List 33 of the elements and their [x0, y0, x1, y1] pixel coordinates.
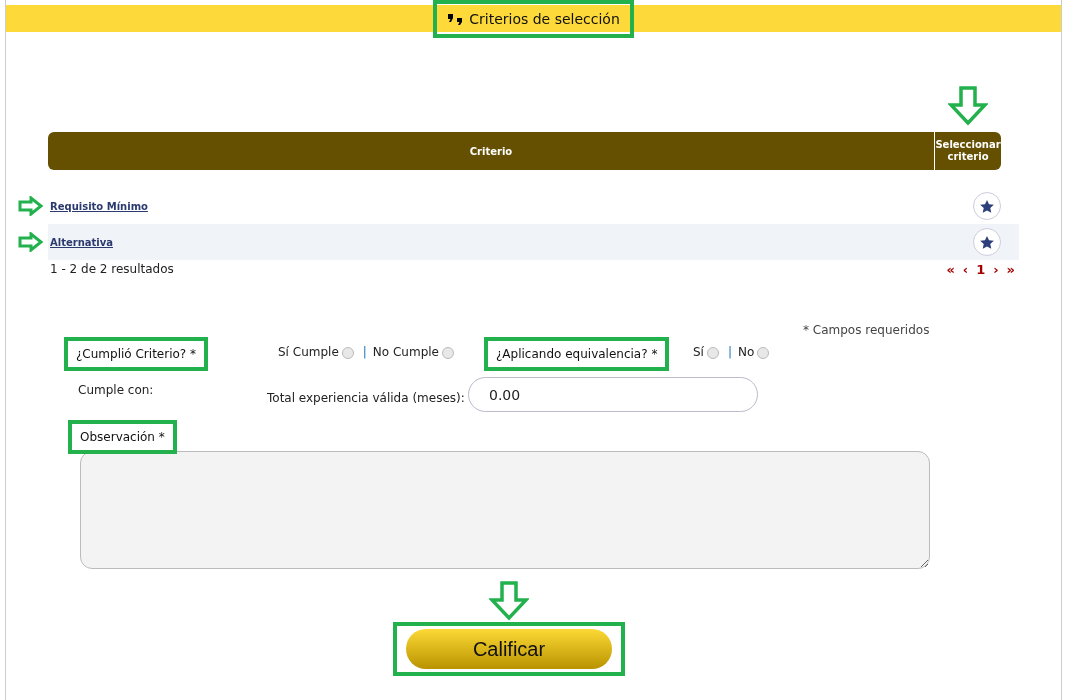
field-label: ¿Cumplió Criterio? * [76, 347, 196, 361]
field-label: Observación * [80, 430, 165, 444]
radio-label: Sí Cumple [278, 344, 339, 359]
radio-label: Sí [693, 344, 704, 359]
criterion-link[interactable]: Requisito Mínimo [50, 200, 973, 212]
radio-button[interactable] [706, 347, 719, 359]
select-star-button[interactable] [973, 192, 1001, 220]
radio-button[interactable] [341, 347, 354, 359]
first-page-link[interactable]: « [946, 261, 955, 277]
separator: | [727, 344, 732, 359]
results-summary: 1 - 2 de 2 resultados [50, 262, 174, 276]
field-label: Total experiencia válida (meses): [267, 391, 465, 405]
radio-label: No Cumple [372, 344, 439, 359]
field-label: Cumple con: [78, 383, 154, 397]
column-header: Seleccionar criterio [935, 132, 1001, 170]
observation-textarea[interactable] [80, 451, 930, 569]
select-star-button[interactable] [973, 228, 1001, 256]
criterion-link[interactable]: Alternativa [50, 236, 973, 248]
radio-button[interactable] [757, 347, 770, 359]
last-page-link[interactable]: » [1006, 261, 1015, 277]
quote-icon [447, 13, 465, 25]
experience-input[interactable]: 0.00 [468, 377, 758, 412]
field-label: ¿Aplicando equivalencia? * [496, 347, 658, 361]
calificar-button[interactable]: Calificar [406, 629, 612, 669]
radio-button[interactable] [441, 347, 454, 359]
section-title: Criterios de selección [469, 11, 620, 27]
required-note: * Campos requeridos [803, 323, 930, 337]
radio-label: No [738, 344, 755, 359]
next-page-link[interactable]: › [993, 261, 999, 277]
previous-page-link[interactable]: ‹ [962, 261, 969, 277]
page-number[interactable]: 1 [976, 261, 986, 277]
separator: | [362, 344, 367, 359]
column-header: Criterio [48, 132, 934, 170]
